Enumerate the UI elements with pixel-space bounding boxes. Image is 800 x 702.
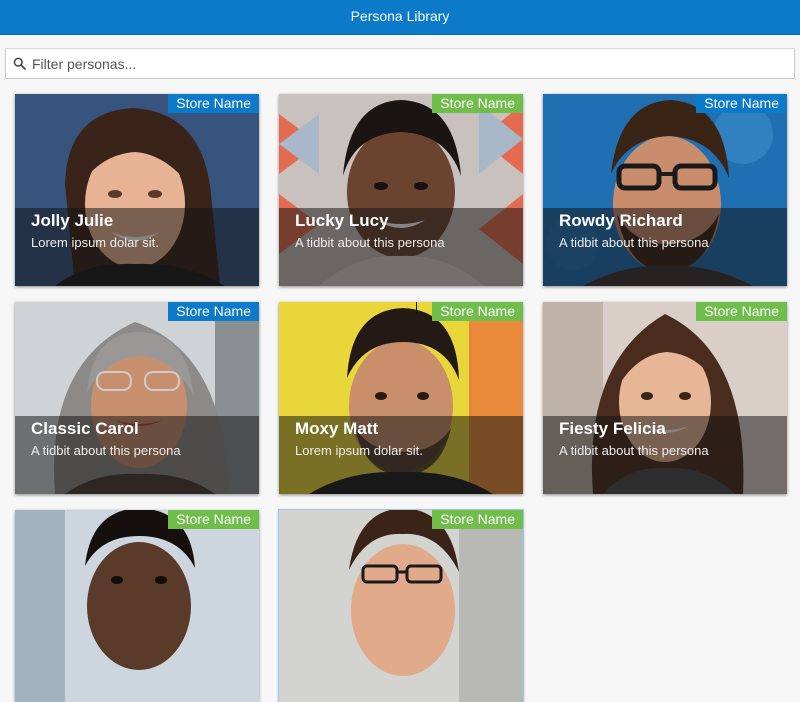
persona-card[interactable]: Store Name Lucky Lucy A tidbit about thi… bbox=[279, 94, 523, 286]
search-icon bbox=[10, 55, 28, 73]
persona-tidbit: A tidbit about this persona bbox=[31, 443, 181, 458]
search-bar[interactable] bbox=[5, 48, 795, 79]
persona-name: Lucky Lucy bbox=[295, 211, 389, 230]
persona-name: Jolly Julie bbox=[31, 211, 114, 230]
store-badge: Store Name bbox=[696, 302, 787, 321]
persona-name: Moxy Matt bbox=[295, 419, 379, 438]
persona-card[interactable]: Store Name bbox=[279, 510, 523, 702]
persona-name: Classic Carol bbox=[31, 419, 139, 438]
window-title: Persona Library bbox=[0, 0, 800, 35]
persona-card[interactable]: Store Name Classic Carol A tidbit about … bbox=[15, 302, 259, 494]
persona-card[interactable]: Store Name Moxy Matt Lorem ipsum dolar s… bbox=[279, 302, 523, 494]
persona-tidbit: Lorem ipsum dolar sit. bbox=[31, 235, 159, 250]
store-badge: Store Name bbox=[432, 510, 523, 529]
persona-card[interactable]: Store Name Jolly Julie Lorem ipsum dolar… bbox=[15, 94, 259, 286]
persona-tidbit: A tidbit about this persona bbox=[559, 235, 709, 250]
persona-name: Fiesty Felicia bbox=[559, 419, 666, 438]
persona-tidbit: A tidbit about this persona bbox=[295, 235, 445, 250]
store-badge: Store Name bbox=[168, 302, 259, 321]
store-badge: Store Name bbox=[696, 94, 787, 113]
persona-photo bbox=[15, 510, 259, 702]
store-badge: Store Name bbox=[168, 94, 259, 113]
text-cursor bbox=[416, 302, 417, 314]
persona-tidbit: Lorem ipsum dolar sit. bbox=[295, 443, 423, 458]
search-input[interactable] bbox=[28, 49, 794, 78]
store-badge: Store Name bbox=[432, 302, 523, 321]
persona-card[interactable]: Store Name Fiesty Felicia A tidbit about… bbox=[543, 302, 787, 494]
persona-photo bbox=[279, 510, 523, 702]
persona-name: Rowdy Richard bbox=[559, 211, 683, 230]
store-badge: Store Name bbox=[168, 510, 259, 529]
store-badge: Store Name bbox=[432, 94, 523, 113]
persona-tidbit: A tidbit about this persona bbox=[559, 443, 709, 458]
persona-card[interactable]: Store Name Rowdy Richard A tidbit about … bbox=[543, 94, 787, 286]
persona-card[interactable]: Store Name bbox=[15, 510, 259, 702]
